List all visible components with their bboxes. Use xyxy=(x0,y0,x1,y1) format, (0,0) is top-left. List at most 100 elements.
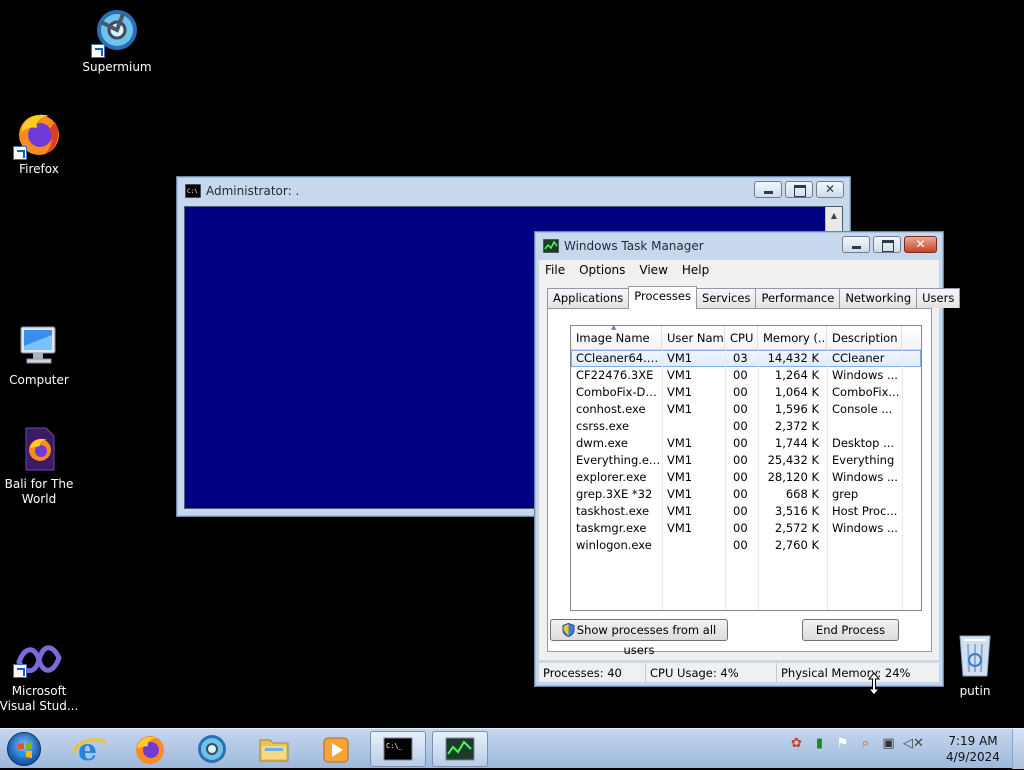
column-header-memory[interactable]: Memory (... xyxy=(758,326,827,349)
volume-muted-icon[interactable]: ◁✕ xyxy=(903,735,924,752)
close-button[interactable]: ✕ xyxy=(816,181,844,198)
tab-networking[interactable]: Networking xyxy=(839,288,918,308)
menu-file[interactable]: File xyxy=(545,263,565,277)
taskbar-task-manager[interactable] xyxy=(432,731,488,767)
process-description xyxy=(827,537,902,554)
process-row[interactable]: taskmgr.exe VM1 00 2,572 K Windows ... xyxy=(571,520,921,537)
process-row[interactable]: conhost.exe VM1 00 1,596 K Console ... xyxy=(571,401,921,418)
process-row[interactable]: dwm.exe VM1 00 1,744 K Desktop ... xyxy=(571,435,921,452)
process-user-name: VM1 xyxy=(667,351,693,365)
desktop-icon-computer[interactable]: Computer xyxy=(0,321,79,388)
tab-processes[interactable]: Processes xyxy=(628,286,697,309)
column-header-cpu[interactable]: CPU xyxy=(725,326,758,349)
process-memory: 2,760 K xyxy=(774,538,819,552)
tab-performance[interactable]: Performance xyxy=(755,288,841,308)
process-rows: CCleaner64.exe VM1 03 14,432 K CCleaner CF224… xyxy=(571,350,921,554)
maximize-button[interactable] xyxy=(785,181,813,198)
process-user-name: VM1 xyxy=(667,402,693,416)
tab-users[interactable]: Users xyxy=(916,288,961,308)
task-manager-window[interactable]: Windows Task Manager ✕ File Options View… xyxy=(534,231,961,687)
start-button[interactable] xyxy=(4,730,44,768)
process-cpu: 00 xyxy=(733,368,748,382)
process-description: Windows ... xyxy=(832,470,898,484)
taskbar-cmd[interactable]: C:\_ xyxy=(370,731,426,767)
column-header-user-name[interactable]: User Name xyxy=(662,326,725,349)
menu-help[interactable]: Help xyxy=(682,263,709,277)
process-image-name: grep.3XE *32 xyxy=(576,487,653,501)
show-desktop-button[interactable] xyxy=(1012,729,1024,769)
process-image-name: csrss.exe xyxy=(576,419,630,433)
svg-text:e: e xyxy=(78,733,97,767)
process-row[interactable]: csrss.exe 00 2,372 K xyxy=(571,418,921,435)
status-physical-memory: Physical Memory: 24% xyxy=(781,666,911,680)
status-cpu-usage: CPU Usage: 4% xyxy=(646,663,777,682)
column-header-description[interactable]: Description xyxy=(827,326,902,349)
process-cpu: 00 xyxy=(733,470,748,484)
process-image-name: conhost.exe xyxy=(576,402,646,416)
process-row[interactable]: grep.3XE *32 VM1 00 668 K grep xyxy=(571,486,921,503)
process-list[interactable]: ▲ Image Name User Name CPU Memory (... D… xyxy=(570,325,922,611)
minimize-button[interactable] xyxy=(842,236,870,253)
cmd-title: Administrator: . xyxy=(206,184,300,198)
process-row[interactable]: taskhost.exe VM1 00 3,516 K Host Proc... xyxy=(571,503,921,520)
menu-view[interactable]: View xyxy=(639,263,667,277)
process-row[interactable]: CF22476.3XE VM1 00 1,264 K Windows ... xyxy=(571,367,921,384)
desktop-icon-visual-studio[interactable]: Microsoft Visual Stud... xyxy=(0,640,79,714)
end-process-button[interactable]: End Process xyxy=(802,619,899,641)
process-memory: 25,432 K xyxy=(767,453,819,467)
cmd-icon: C:\_ xyxy=(383,737,413,761)
tab-services[interactable]: Services xyxy=(695,288,757,308)
process-memory: 1,744 K xyxy=(774,436,819,450)
taskbar-file-explorer[interactable] xyxy=(246,731,302,767)
cmd-title-bar[interactable]: C:\ Administrator: . ✕ xyxy=(177,177,850,205)
process-row[interactable]: winlogon.exe 00 2,760 K xyxy=(571,537,921,554)
close-button[interactable]: ✕ xyxy=(904,236,937,253)
process-row[interactable]: CCleaner64.exe VM1 03 14,432 K CCleaner xyxy=(571,350,921,367)
taskbar-media-player[interactable] xyxy=(308,731,364,767)
process-row[interactable]: ComboFix-Do... VM1 00 1,064 K ComboFix... xyxy=(571,384,921,401)
process-user-name: VM1 xyxy=(667,436,693,450)
task-manager-content: Applications Processes Services Performa… xyxy=(539,280,961,660)
process-memory: 14,432 K xyxy=(767,351,819,365)
process-user-name xyxy=(662,418,725,435)
firefox-document-icon xyxy=(15,425,63,473)
taskbar-firefox[interactable] xyxy=(122,731,178,767)
process-list-header: ▲ Image Name User Name CPU Memory (... D… xyxy=(571,326,921,350)
process-user-name: VM1 xyxy=(667,487,693,501)
task-manager-tray-icon[interactable]: ▮ xyxy=(811,735,828,752)
status-processes: Processes: 40 xyxy=(539,663,646,682)
column-header-image-name[interactable]: Image Name xyxy=(571,326,662,349)
svg-text:C:\: C:\ xyxy=(187,188,198,195)
task-manager-icon xyxy=(445,737,475,761)
desktop-icon-label: Computer xyxy=(9,373,69,387)
desktop-icon-recycle-bin[interactable]: putin xyxy=(935,630,1015,699)
process-row[interactable]: Everything.exe VM1 00 25,432 K Everything xyxy=(571,452,921,469)
security-alert-icon[interactable]: ✿ xyxy=(788,735,805,752)
sort-ascending-icon: ▲ xyxy=(611,325,617,331)
process-cpu: 00 xyxy=(733,504,748,518)
scroll-up-arrow-icon[interactable]: ▲ xyxy=(826,207,842,224)
action-center-flag-icon[interactable]: ⚑ xyxy=(834,735,851,752)
tab-applications[interactable]: Applications xyxy=(547,288,630,308)
clock[interactable]: 7:19 AM 4/9/2024 xyxy=(944,733,1002,765)
search-icon[interactable]: ⌕ xyxy=(857,735,874,752)
taskbar-internet-explorer[interactable]: e xyxy=(62,731,118,768)
supermium-icon xyxy=(198,735,226,763)
minimize-button[interactable] xyxy=(754,181,782,198)
show-all-users-button[interactable]: Show processes from all users xyxy=(550,619,728,657)
menu-options[interactable]: Options xyxy=(579,263,625,277)
desktop-icon-firefox[interactable]: Firefox xyxy=(0,110,79,177)
maximize-button[interactable] xyxy=(873,236,901,253)
desktop-icon-bali-for-the-world[interactable]: Bali for The World xyxy=(0,425,79,507)
desktop-icon-label: Microsoft Visual Stud... xyxy=(0,684,79,713)
svg-text:C:\_: C:\_ xyxy=(386,742,404,750)
process-description xyxy=(827,418,902,435)
process-user-name: VM1 xyxy=(667,368,693,382)
taskbar-supermium[interactable] xyxy=(184,731,240,767)
process-cpu: 00 xyxy=(733,487,748,501)
network-icon[interactable]: ▣ xyxy=(880,735,897,752)
desktop-icon-supermium[interactable]: Supermium xyxy=(77,8,157,75)
process-row[interactable]: explorer.exe VM1 00 28,120 K Windows ... xyxy=(571,469,921,486)
process-cpu: 00 xyxy=(733,521,748,535)
task-manager-title-bar[interactable]: Windows Task Manager ✕ xyxy=(535,232,943,260)
